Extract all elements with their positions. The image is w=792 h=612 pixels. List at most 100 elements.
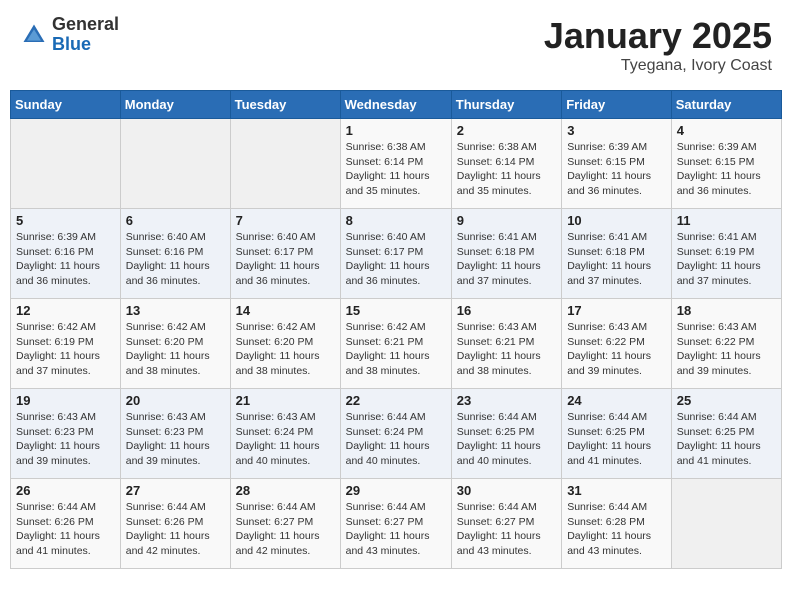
- day-info: Sunrise: 6:41 AM Sunset: 6:19 PM Dayligh…: [677, 230, 776, 289]
- day-number: 15: [346, 303, 446, 318]
- day-number: 10: [567, 213, 666, 228]
- calendar-cell: 11 Sunrise: 6:41 AM Sunset: 6:19 PM Dayli…: [671, 209, 781, 299]
- calendar-cell: 9 Sunrise: 6:41 AM Sunset: 6:18 PM Daylig…: [451, 209, 561, 299]
- day-number: 3: [567, 123, 666, 138]
- day-number: 13: [126, 303, 225, 318]
- calendar-cell: [11, 119, 121, 209]
- day-info: Sunrise: 6:42 AM Sunset: 6:20 PM Dayligh…: [236, 320, 335, 379]
- calendar-cell: [120, 119, 230, 209]
- calendar-cell: 31 Sunrise: 6:44 AM Sunset: 6:28 PM Dayli…: [562, 479, 672, 569]
- day-number: 24: [567, 393, 666, 408]
- calendar-cell: [671, 479, 781, 569]
- calendar-week-row: 5Sunrise: 6:39 AM Sunset: 6:16 PM Daylig…: [11, 209, 782, 299]
- calendar-cell: 24 Sunrise: 6:44 AM Sunset: 6:25 PM Dayli…: [562, 389, 672, 479]
- calendar-cell: 25 Sunrise: 6:44 AM Sunset: 6:25 PM Dayli…: [671, 389, 781, 479]
- day-info: Sunrise: 6:38 AM Sunset: 6:14 PM Dayligh…: [457, 140, 556, 199]
- logo-blue: Blue: [52, 35, 119, 55]
- location: Tyegana, Ivory Coast: [544, 57, 772, 75]
- day-info: Sunrise: 6:42 AM Sunset: 6:21 PM Dayligh…: [346, 320, 446, 379]
- day-number: 27: [126, 483, 225, 498]
- calendar-cell: 13 Sunrise: 6:42 AM Sunset: 6:20 PM Dayli…: [120, 299, 230, 389]
- day-number: 31: [567, 483, 666, 498]
- day-number: 28: [236, 483, 335, 498]
- day-number: 22: [346, 393, 446, 408]
- calendar-week-row: 19 Sunrise: 6:43 AM Sunset: 6:23 PM Dayli…: [11, 389, 782, 479]
- logo: General Blue: [20, 15, 119, 55]
- day-number: 11: [677, 213, 776, 228]
- day-info: Sunrise: 6:44 AM Sunset: 6:25 PM Dayligh…: [457, 410, 556, 469]
- day-info: Sunrise: 6:44 AM Sunset: 6:24 PM Dayligh…: [346, 410, 446, 469]
- calendar-cell: 8Sunrise: 6:40 AM Sunset: 6:17 PM Daylig…: [340, 209, 451, 299]
- day-info: Sunrise: 6:44 AM Sunset: 6:26 PM Dayligh…: [16, 500, 115, 559]
- day-number: 25: [677, 393, 776, 408]
- day-info: Sunrise: 6:40 AM Sunset: 6:17 PM Dayligh…: [236, 230, 335, 289]
- day-header-wednesday: Wednesday: [340, 91, 451, 119]
- day-info: Sunrise: 6:41 AM Sunset: 6:18 PM Dayligh…: [567, 230, 666, 289]
- day-number: 29: [346, 483, 446, 498]
- day-info: Sunrise: 6:43 AM Sunset: 6:24 PM Dayligh…: [236, 410, 335, 469]
- calendar-cell: 21 Sunrise: 6:43 AM Sunset: 6:24 PM Dayli…: [230, 389, 340, 479]
- day-info: Sunrise: 6:43 AM Sunset: 6:23 PM Dayligh…: [16, 410, 115, 469]
- calendar-week-row: 26 Sunrise: 6:44 AM Sunset: 6:26 PM Dayli…: [11, 479, 782, 569]
- day-number: 9: [457, 213, 556, 228]
- day-number: 1: [346, 123, 446, 138]
- calendar-cell: 6 Sunrise: 6:40 AM Sunset: 6:16 PM Daylig…: [120, 209, 230, 299]
- day-info: Sunrise: 6:43 AM Sunset: 6:21 PM Dayligh…: [457, 320, 556, 379]
- day-info: Sunrise: 6:40 AM Sunset: 6:17 PM Dayligh…: [346, 230, 446, 289]
- calendar-cell: 28Sunrise: 6:44 AM Sunset: 6:27 PM Dayli…: [230, 479, 340, 569]
- day-header-saturday: Saturday: [671, 91, 781, 119]
- logo-icon: [20, 21, 48, 49]
- calendar-cell: 7Sunrise: 6:40 AM Sunset: 6:17 PM Daylig…: [230, 209, 340, 299]
- logo-general: General: [52, 15, 119, 35]
- day-number: 21: [236, 393, 335, 408]
- day-info: Sunrise: 6:39 AM Sunset: 6:15 PM Dayligh…: [567, 140, 666, 199]
- day-number: 18: [677, 303, 776, 318]
- calendar-cell: 29Sunrise: 6:44 AM Sunset: 6:27 PM Dayli…: [340, 479, 451, 569]
- day-number: 6: [126, 213, 225, 228]
- day-number: 14: [236, 303, 335, 318]
- day-number: 30: [457, 483, 556, 498]
- day-info: Sunrise: 6:43 AM Sunset: 6:22 PM Dayligh…: [567, 320, 666, 379]
- day-number: 19: [16, 393, 115, 408]
- day-info: Sunrise: 6:44 AM Sunset: 6:28 PM Dayligh…: [567, 500, 666, 559]
- day-number: 5: [16, 213, 115, 228]
- calendar-table: SundayMondayTuesdayWednesdayThursdayFrid…: [10, 90, 782, 569]
- day-info: Sunrise: 6:42 AM Sunset: 6:19 PM Dayligh…: [16, 320, 115, 379]
- calendar-cell: 10 Sunrise: 6:41 AM Sunset: 6:18 PM Dayli…: [562, 209, 672, 299]
- day-info: Sunrise: 6:38 AM Sunset: 6:14 PM Dayligh…: [346, 140, 446, 199]
- month-title: January 2025: [544, 15, 772, 57]
- day-info: Sunrise: 6:41 AM Sunset: 6:18 PM Dayligh…: [457, 230, 556, 289]
- day-info: Sunrise: 6:42 AM Sunset: 6:20 PM Dayligh…: [126, 320, 225, 379]
- calendar-cell: 3 Sunrise: 6:39 AM Sunset: 6:15 PM Daylig…: [562, 119, 672, 209]
- calendar-cell: 12Sunrise: 6:42 AM Sunset: 6:19 PM Dayli…: [11, 299, 121, 389]
- calendar-cell: 2 Sunrise: 6:38 AM Sunset: 6:14 PM Daylig…: [451, 119, 561, 209]
- day-header-sunday: Sunday: [11, 91, 121, 119]
- calendar-cell: 16Sunrise: 6:43 AM Sunset: 6:21 PM Dayli…: [451, 299, 561, 389]
- calendar-cell: 17Sunrise: 6:43 AM Sunset: 6:22 PM Dayli…: [562, 299, 672, 389]
- day-info: Sunrise: 6:44 AM Sunset: 6:26 PM Dayligh…: [126, 500, 225, 559]
- day-header-thursday: Thursday: [451, 91, 561, 119]
- day-number: 23: [457, 393, 556, 408]
- day-info: Sunrise: 6:44 AM Sunset: 6:27 PM Dayligh…: [457, 500, 556, 559]
- calendar-cell: 1 Sunrise: 6:38 AM Sunset: 6:14 PM Daylig…: [340, 119, 451, 209]
- calendar-cell: 14 Sunrise: 6:42 AM Sunset: 6:20 PM Dayli…: [230, 299, 340, 389]
- day-number: 2: [457, 123, 556, 138]
- day-info: Sunrise: 6:44 AM Sunset: 6:25 PM Dayligh…: [567, 410, 666, 469]
- day-header-tuesday: Tuesday: [230, 91, 340, 119]
- calendar-cell: 4Sunrise: 6:39 AM Sunset: 6:15 PM Daylig…: [671, 119, 781, 209]
- day-info: Sunrise: 6:40 AM Sunset: 6:16 PM Dayligh…: [126, 230, 225, 289]
- calendar-header-row: SundayMondayTuesdayWednesdayThursdayFrid…: [11, 91, 782, 119]
- day-number: 26: [16, 483, 115, 498]
- day-info: Sunrise: 6:44 AM Sunset: 6:25 PM Dayligh…: [677, 410, 776, 469]
- day-number: 20: [126, 393, 225, 408]
- calendar-cell: 15 Sunrise: 6:42 AM Sunset: 6:21 PM Dayli…: [340, 299, 451, 389]
- calendar-cell: 27 Sunrise: 6:44 AM Sunset: 6:26 PM Dayli…: [120, 479, 230, 569]
- calendar-cell: 26 Sunrise: 6:44 AM Sunset: 6:26 PM Dayli…: [11, 479, 121, 569]
- calendar-week-row: 12Sunrise: 6:42 AM Sunset: 6:19 PM Dayli…: [11, 299, 782, 389]
- calendar-cell: 20 Sunrise: 6:43 AM Sunset: 6:23 PM Dayli…: [120, 389, 230, 479]
- day-info: Sunrise: 6:39 AM Sunset: 6:15 PM Dayligh…: [677, 140, 776, 199]
- title-block: January 2025 Tyegana, Ivory Coast: [544, 15, 772, 75]
- day-info: Sunrise: 6:43 AM Sunset: 6:23 PM Dayligh…: [126, 410, 225, 469]
- day-header-friday: Friday: [562, 91, 672, 119]
- day-header-monday: Monday: [120, 91, 230, 119]
